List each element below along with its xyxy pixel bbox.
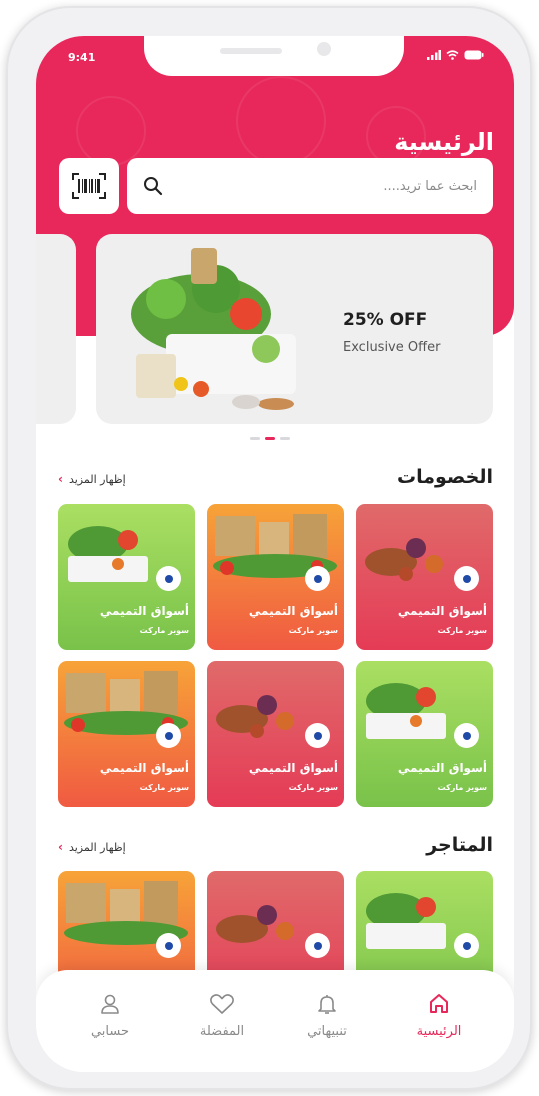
- bottom-navigation: الرئيسية تنبيهاتي المفضلة حسابي: [36, 970, 514, 1072]
- search-icon[interactable]: [143, 176, 163, 196]
- app-screen: 9:41 الرئيسية ابحث عما تريد.... 25% OFF …: [36, 36, 514, 1072]
- notch-camera: [317, 42, 331, 56]
- store-logo: [156, 723, 181, 748]
- nav-label: الرئيسية: [416, 1024, 462, 1039]
- section-title-stores: المتاجر: [426, 834, 493, 856]
- search-input[interactable]: [177, 172, 477, 200]
- store-logo: [305, 933, 330, 958]
- store-logo: [156, 933, 181, 958]
- store-name: أسواق التميمي: [248, 604, 338, 618]
- store-logo: [454, 566, 479, 591]
- store-logo: [305, 566, 330, 591]
- banner-discount: 25% OFF: [343, 310, 428, 330]
- store-card[interactable]: أسواق التميمي سوبر ماركت: [356, 504, 493, 650]
- nav-label: المفضلة: [199, 1024, 245, 1039]
- barcode-scan-button[interactable]: [59, 158, 119, 214]
- nav-label: تنبيهاتي: [307, 1024, 347, 1039]
- nav-item-notifications[interactable]: تنبيهاتي: [279, 992, 375, 1039]
- store-card[interactable]: أسواق التميمي سوبر ماركت: [207, 661, 344, 807]
- banner-subtitle: Exclusive Offer: [343, 340, 441, 355]
- store-type: سوبر ماركت: [437, 626, 487, 635]
- store-type: سوبر ماركت: [437, 783, 487, 792]
- carousel-dot[interactable]: [250, 437, 260, 440]
- phone-frame: 9:41 الرئيسية ابحث عما تريد.... 25% OFF …: [6, 6, 532, 1090]
- store-type: سوبر ماركت: [288, 783, 338, 792]
- nav-label: حسابي: [90, 1024, 130, 1039]
- store-logo: [454, 723, 479, 748]
- store-name: أسواق التميمي: [397, 761, 487, 775]
- page-title: الرئيسية: [394, 128, 494, 156]
- grocery-basket-image: [131, 248, 296, 410]
- offer-banner[interactable]: 25% OFF Exclusive Offer: [96, 234, 493, 424]
- chevron-left-icon: ‹: [58, 472, 63, 486]
- carousel-dots[interactable]: [250, 437, 290, 440]
- store-name: أسواق التميمي: [99, 604, 189, 618]
- section-title-discounts: الخصومات: [397, 466, 493, 488]
- signal-icon: [427, 50, 441, 60]
- background-doodle: [76, 96, 146, 166]
- carousel-dot-active[interactable]: [265, 437, 275, 440]
- show-more-label: إظهار المزيد: [68, 472, 126, 486]
- nav-item-favorites[interactable]: المفضلة: [174, 992, 270, 1039]
- notch-speaker: [220, 48, 282, 54]
- user-icon: [101, 994, 119, 1014]
- device-notch: [144, 36, 404, 76]
- store-name: أسواق التميمي: [397, 604, 487, 618]
- store-type: سوبر ماركت: [139, 626, 189, 635]
- home-icon: [430, 994, 448, 1013]
- store-card[interactable]: أسواق التميمي سوبر ماركت: [207, 504, 344, 650]
- store-logo: [156, 566, 181, 591]
- nav-item-account[interactable]: حسابي: [62, 992, 158, 1039]
- store-card[interactable]: أسواق التميمي سوبر ماركت: [58, 661, 195, 807]
- show-more-link[interactable]: ‹ إظهار المزيد: [58, 840, 126, 854]
- bell-icon: [318, 995, 336, 1014]
- store-type: سوبر ماركت: [288, 626, 338, 635]
- show-more-link[interactable]: ‹ إظهار المزيد: [58, 472, 126, 486]
- background-doodle: [236, 76, 326, 166]
- store-card[interactable]: أسواق التميمي سوبر ماركت: [58, 504, 195, 650]
- chevron-left-icon: ‹: [58, 840, 63, 854]
- store-logo: [305, 723, 330, 748]
- status-icons: [427, 50, 484, 60]
- search-bar[interactable]: [127, 158, 493, 214]
- barcode-icon: [72, 173, 106, 199]
- store-type: سوبر ماركت: [139, 783, 189, 792]
- previous-banner-card[interactable]: [36, 234, 76, 424]
- status-time: 9:41: [68, 51, 96, 64]
- show-more-label: إظهار المزيد: [68, 840, 126, 854]
- store-card[interactable]: أسواق التميمي سوبر ماركت: [356, 661, 493, 807]
- wifi-icon: [446, 50, 459, 60]
- nav-item-home[interactable]: الرئيسية: [391, 992, 487, 1039]
- heart-icon: [210, 994, 234, 1014]
- store-logo: [454, 933, 479, 958]
- store-name: أسواق التميمي: [248, 761, 338, 775]
- store-name: أسواق التميمي: [99, 761, 189, 775]
- battery-icon: [464, 50, 484, 60]
- carousel-dot[interactable]: [280, 437, 290, 440]
